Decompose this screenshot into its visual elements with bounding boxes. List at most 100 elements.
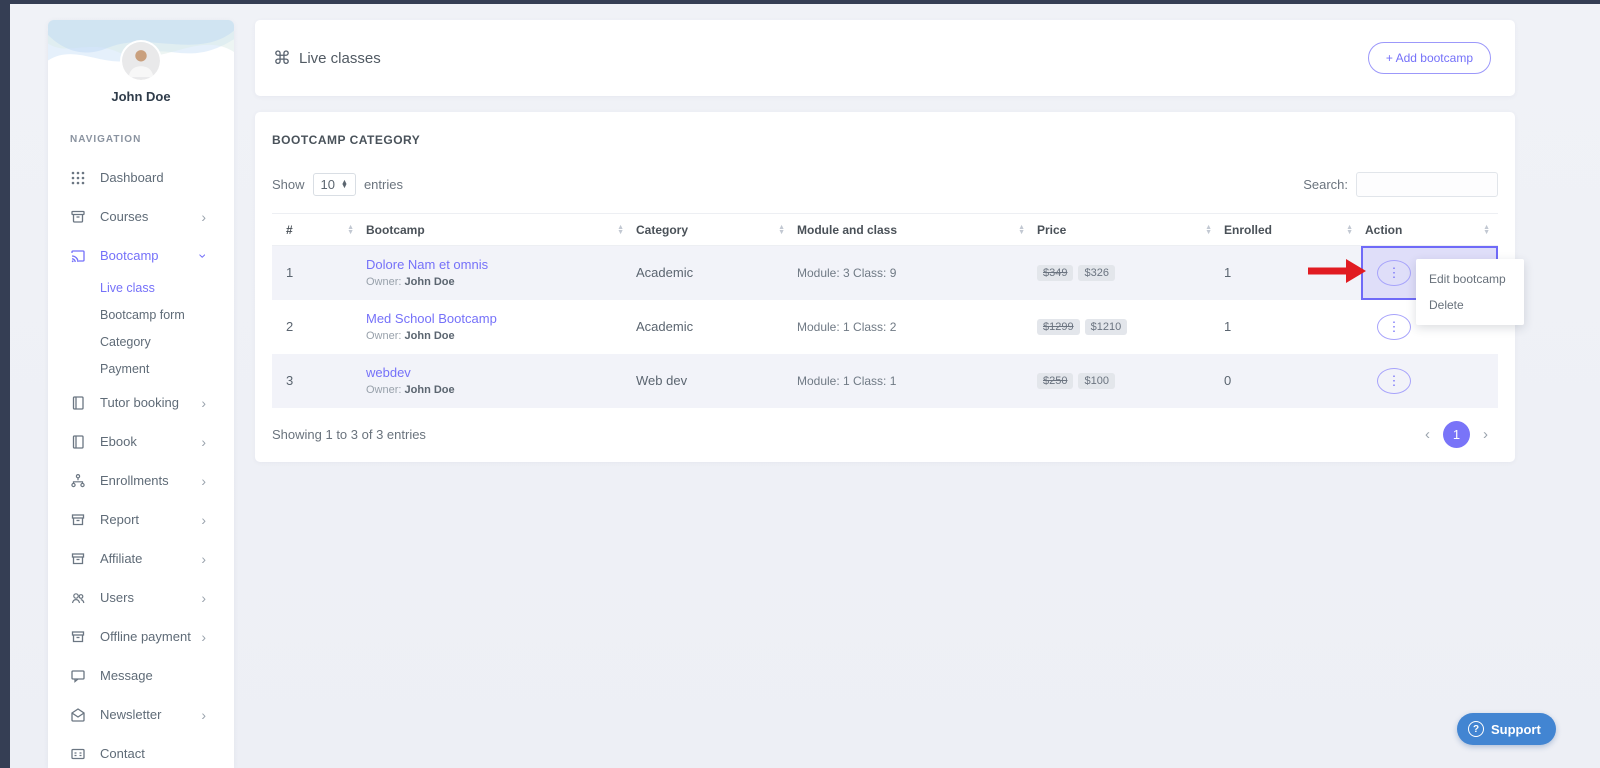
cell-module: Module: 1 Class: 2 — [793, 300, 1033, 354]
owner-label: Owner: — [366, 330, 402, 342]
page-size-select[interactable]: 10 ▲ ▼ — [312, 173, 356, 196]
sidebar-item-contact[interactable]: Contact — [48, 734, 234, 768]
menu-item-edit-bootcamp[interactable]: Edit bootcamp — [1416, 266, 1524, 292]
sidebar-item-label: Enrollments — [100, 473, 169, 488]
row-action-button[interactable]: ⋮ — [1377, 313, 1411, 340]
pagination-page-1-button[interactable]: 1 — [1443, 420, 1470, 448]
chevron-right-icon: › — [201, 208, 206, 225]
sidebar-item-offline-payment[interactable]: Offline payment › — [48, 617, 234, 656]
owner-line: Owner: John Doe — [366, 384, 624, 396]
kebab-vertical-icon: ⋮ — [1387, 318, 1401, 334]
bootcamp-link[interactable]: Med School Bootcamp — [366, 311, 624, 326]
sort-icon[interactable]: ▲ ▼ — [617, 224, 624, 236]
sidebar-item-label: Dashboard — [100, 170, 164, 185]
column-header-label: Module and class — [797, 222, 898, 237]
sidebar-item-newsletter[interactable]: Newsletter › — [48, 695, 234, 734]
table-controls: Show 10 ▲ ▼ entries Search: — [272, 172, 1498, 197]
cell-price: $1299 $1210 — [1033, 300, 1220, 354]
sidebar-item-enrollments[interactable]: Enrollments › — [48, 461, 234, 500]
menu-item-delete[interactable]: Delete — [1416, 292, 1524, 318]
command-icon: ⌘ — [273, 47, 291, 68]
cell-bootcamp: Dolore Nam et omnis Owner: John Doe — [362, 246, 632, 300]
sidebar-item-dashboard[interactable]: Dashboard — [48, 158, 234, 197]
cell-module: Module: 1 Class: 1 — [793, 354, 1033, 408]
cell-enrolled: 0 — [1220, 354, 1361, 408]
bootcamp-link[interactable]: webdev — [366, 365, 624, 380]
price-old-badge: $250 — [1037, 373, 1074, 389]
chevron-right-icon: › — [201, 589, 206, 606]
sidebar-subitem-live-class[interactable]: Live class — [48, 275, 234, 302]
sidebar-subitem-bootcamp-form[interactable]: Bootcamp form — [48, 302, 234, 329]
sidebar: John Doe NAVIGATION Dashboard Courses › Boo… — [48, 20, 234, 768]
top-dark-bar — [0, 0, 1600, 4]
box-icon — [70, 551, 86, 567]
row-action-button[interactable]: ⋮ — [1377, 259, 1411, 286]
sidebar-item-affiliate[interactable]: Affiliate › — [48, 539, 234, 578]
column-header-: # ▲ ▼ — [272, 214, 362, 246]
search-input[interactable] — [1356, 172, 1498, 197]
category-text: Web dev — [636, 373, 688, 388]
kebab-vertical-icon: ⋮ — [1387, 264, 1401, 280]
sidebar-item-bootcamp[interactable]: Bootcamp › — [48, 236, 234, 275]
sidebar-subitem-category[interactable]: Category — [48, 329, 234, 356]
cell-price: $349 $326 — [1033, 246, 1220, 300]
page-title: Live classes — [299, 49, 381, 67]
chevron-right-icon: › — [201, 394, 206, 411]
bootcamp-link[interactable]: Dolore Nam et omnis — [366, 257, 624, 272]
support-button[interactable]: ? Support — [1457, 713, 1556, 745]
price-new-badge: $100 — [1078, 373, 1115, 389]
table-row: 3 webdev Owner: John Doe Web dev Module: 1 C… — [272, 353, 1498, 408]
column-header-label: Enrolled — [1224, 222, 1273, 237]
left-dark-rail — [0, 4, 10, 768]
sort-icon[interactable]: ▲ ▼ — [1483, 224, 1490, 236]
cell-enrolled: 1 — [1220, 300, 1361, 354]
row-number: 2 — [286, 319, 294, 334]
sidebar-item-label: Contact — [100, 746, 145, 761]
owner-line: Owner: John Doe — [366, 330, 624, 342]
sidebar-item-courses[interactable]: Courses › — [48, 197, 234, 236]
bootcamp-table: # ▲ ▼ Bootcamp ▲ ▼ Category ▲ ▼ Module and class ▲… — [272, 213, 1498, 408]
chevron-right-icon: › — [201, 472, 206, 489]
chevron-down-icon: › — [195, 253, 212, 258]
price-new-badge: $326 — [1078, 265, 1115, 282]
pagination-prev-button[interactable]: ‹ — [1425, 426, 1430, 443]
box-icon — [70, 512, 86, 528]
cell-category: Academic — [632, 300, 793, 354]
row-number: 1 — [286, 265, 294, 281]
chevron-right-icon: › — [201, 433, 206, 450]
mail-icon — [70, 707, 86, 723]
column-header-module-and-class: Module and class ▲ ▼ — [793, 214, 1033, 246]
enrolled-count: 1 — [1224, 265, 1232, 281]
row-action-button[interactable]: ⋮ — [1377, 367, 1411, 394]
pagination-next-button[interactable]: › — [1483, 426, 1488, 443]
sidebar-item-report[interactable]: Report › — [48, 500, 234, 539]
column-header-label: Category — [636, 222, 689, 237]
users-icon — [70, 590, 86, 606]
cell-price: $250 $100 — [1033, 354, 1220, 408]
sort-icon[interactable]: ▲ ▼ — [1205, 224, 1212, 236]
archive-icon — [70, 209, 86, 225]
chevron-right-icon: › — [201, 550, 206, 567]
sort-icon[interactable]: ▲ ▼ — [778, 224, 785, 236]
sort-icon[interactable]: ▲ ▼ — [1018, 224, 1025, 236]
sidebar-item-tutor-booking[interactable]: Tutor booking › — [48, 383, 234, 422]
avatar[interactable] — [122, 42, 160, 80]
pagination: ‹ 1 › — [1425, 420, 1498, 448]
sidebar-item-ebook[interactable]: Ebook › — [48, 422, 234, 461]
cell-number: 1 — [272, 246, 362, 300]
sidebar-subitem-payment[interactable]: Payment — [48, 356, 234, 383]
box-icon — [70, 629, 86, 645]
show-label: Show — [272, 177, 305, 192]
sidebar-item-users[interactable]: Users › — [48, 578, 234, 617]
chevron-right-icon: › — [201, 511, 206, 528]
module-class-text: Module: 3 Class: 9 — [797, 266, 897, 281]
book-icon — [70, 434, 86, 450]
red-arrow-annotation — [1308, 259, 1366, 283]
cell-number: 3 — [272, 354, 362, 408]
sort-icon[interactable]: ▲ ▼ — [1346, 224, 1353, 236]
grid-icon — [70, 170, 86, 186]
sidebar-item-message[interactable]: Message — [48, 656, 234, 695]
add-bootcamp-button[interactable]: + Add bootcamp — [1367, 42, 1491, 74]
category-text: Academic — [636, 319, 694, 334]
sort-icon[interactable]: ▲ ▼ — [347, 224, 354, 236]
